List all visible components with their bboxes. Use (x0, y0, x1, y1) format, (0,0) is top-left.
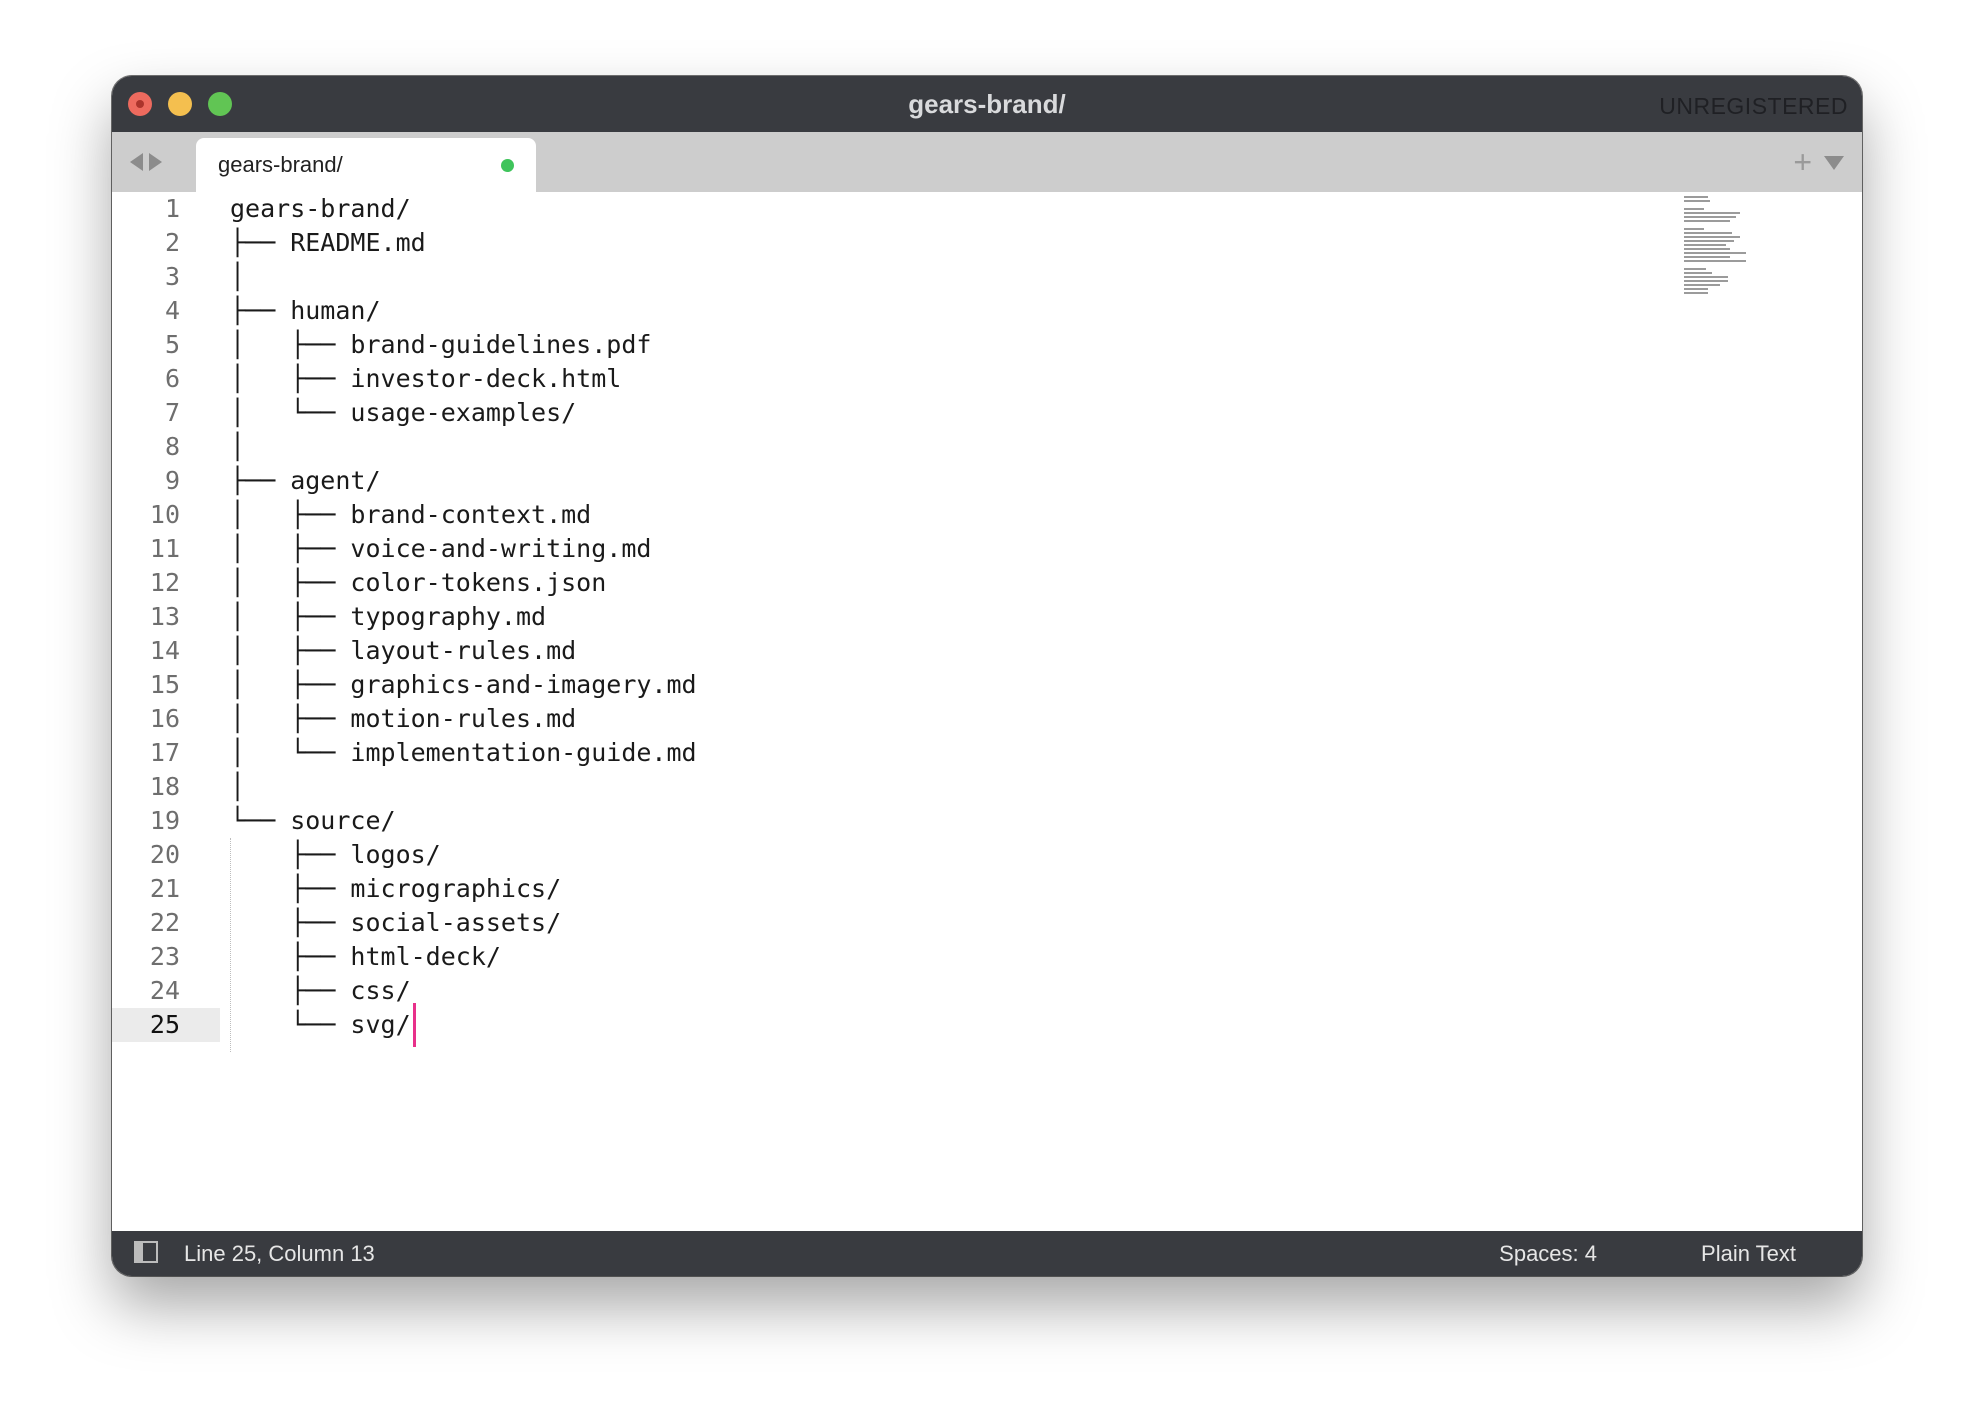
line-number: 17 (149, 738, 180, 767)
tab-menu-chevron-icon[interactable] (1824, 156, 1844, 170)
minimap-line (1684, 292, 1708, 294)
line-number: 5 (164, 330, 180, 359)
minimap-line (1684, 252, 1746, 254)
code-line[interactable]: ├── css/ (230, 974, 410, 1008)
minimap-line (1684, 280, 1728, 282)
minimap-line (1684, 272, 1712, 274)
indentation-setting[interactable]: Spaces: 4 (1499, 1231, 1597, 1276)
minimap-line (1684, 288, 1708, 290)
line-number: 2 (164, 228, 180, 257)
line-number: 9 (164, 466, 180, 495)
line-number: 15 (149, 670, 180, 699)
code-line[interactable]: │ ├── voice-and-writing.md (230, 532, 651, 566)
title-bar: gears-brand/ UNREGISTERED (112, 76, 1862, 133)
code-line[interactable]: │ (230, 770, 245, 804)
line-number: 23 (149, 942, 180, 971)
forward-arrow-icon[interactable] (149, 153, 162, 171)
indent-guide (230, 838, 231, 1052)
code-line[interactable]: ├── human/ (230, 294, 381, 328)
minimap-line (1684, 200, 1710, 202)
minimap-line (1684, 268, 1706, 270)
minimap[interactable] (1684, 196, 1754, 306)
line-number: 10 (149, 500, 180, 529)
code-line[interactable]: │ ├── color-tokens.json (230, 566, 606, 600)
code-line[interactable]: │ ├── brand-context.md (230, 498, 591, 532)
line-number-gutter: 1 2 3 4 5 6 7 8 9 10 11 12 13 14 15 16 17 18 19 20 21 22 23 24 2… (112, 192, 220, 1231)
minimap-line (1684, 232, 1732, 234)
minimap-line (1684, 196, 1708, 198)
code-line[interactable]: ├── micrographics/ (230, 872, 561, 906)
line-number: 8 (164, 432, 180, 461)
minimap-line (1684, 240, 1734, 242)
cursor-position[interactable]: Line 25, Column 13 (184, 1231, 375, 1276)
code-line[interactable]: ├── logos/ (230, 838, 441, 872)
editor-area[interactable]: 1 2 3 4 5 6 7 8 9 10 11 12 13 14 15 16 17 18 19 20 21 22 23 24 2… (112, 192, 1862, 1231)
license-badge: UNREGISTERED (1659, 93, 1848, 119)
minimap-line (1684, 244, 1726, 246)
minimap-line (1684, 256, 1730, 258)
code-line[interactable]: │ ├── typography.md (230, 600, 546, 634)
minimap-line (1684, 212, 1740, 214)
minimap-line (1684, 284, 1720, 286)
panel-toggle-icon[interactable] (134, 1241, 158, 1263)
code-line[interactable]: └── source/ (230, 804, 396, 838)
new-tab-plus-icon[interactable]: + (1793, 132, 1812, 192)
minimap-line (1684, 228, 1704, 230)
line-number: 3 (164, 262, 180, 291)
line-number: 21 (149, 874, 180, 903)
tab-nav (130, 132, 162, 192)
line-number: 22 (149, 908, 180, 937)
minimap-line (1684, 276, 1728, 278)
code-line[interactable]: │ (230, 430, 245, 464)
modified-dot-icon[interactable] (501, 159, 514, 172)
syntax-selector[interactable]: Plain Text (1701, 1231, 1796, 1276)
minimap-line (1684, 216, 1736, 218)
line-number: 7 (164, 398, 180, 427)
line-number: 25 (112, 1008, 220, 1042)
line-number: 1 (164, 194, 180, 223)
code-line[interactable]: │ (230, 260, 245, 294)
code-text[interactable]: gears-brand/├── README.md │ ├── human/│ ├─… (230, 192, 1862, 1231)
text-caret (412, 1003, 416, 1047)
code-line[interactable]: │ └── usage-examples/ (230, 396, 576, 430)
minimap-line (1684, 236, 1740, 238)
minimap-line (1684, 208, 1704, 210)
line-number: 20 (149, 840, 180, 869)
code-line[interactable]: gears-brand/ (230, 192, 411, 226)
code-line[interactable]: └── svg/ (230, 1008, 410, 1042)
line-number: 13 (149, 602, 180, 631)
code-line[interactable]: ├── social-assets/ (230, 906, 561, 940)
tab-bar: gears-brand/ + (112, 132, 1862, 192)
code-line[interactable]: │ └── implementation-guide.md (230, 736, 697, 770)
minimap-line (1684, 260, 1746, 262)
tab-gears-brand[interactable]: gears-brand/ (196, 138, 536, 192)
minimap-line (1684, 220, 1730, 222)
line-number: 4 (164, 296, 180, 325)
line-number: 18 (149, 772, 180, 801)
line-number: 12 (149, 568, 180, 597)
line-number: 14 (149, 636, 180, 665)
line-number: 16 (149, 704, 180, 733)
line-number: 11 (149, 534, 180, 563)
code-line[interactable]: ├── html-deck/ (230, 940, 501, 974)
code-line[interactable]: │ ├── motion-rules.md (230, 702, 576, 736)
line-number: 6 (164, 364, 180, 393)
line-number: 24 (149, 976, 180, 1005)
back-arrow-icon[interactable] (130, 153, 143, 171)
window-title: gears-brand/ (908, 89, 1066, 119)
editor-window: gears-brand/ UNREGISTERED gears-brand/ +… (112, 76, 1862, 1276)
minimap-line (1684, 248, 1730, 250)
line-number: 19 (149, 806, 180, 835)
code-line[interactable]: │ ├── graphics-and-imagery.md (230, 668, 697, 702)
tab-label: gears-brand/ (218, 152, 343, 177)
code-line[interactable]: │ ├── investor-deck.html (230, 362, 621, 396)
code-line[interactable]: ├── README.md (230, 226, 426, 260)
code-line[interactable]: │ ├── brand-guidelines.pdf (230, 328, 651, 362)
status-bar: Line 25, Column 13 Spaces: 4 Plain Text (112, 1231, 1862, 1276)
code-line[interactable]: ├── agent/ (230, 464, 381, 498)
code-line[interactable]: │ ├── layout-rules.md (230, 634, 576, 668)
